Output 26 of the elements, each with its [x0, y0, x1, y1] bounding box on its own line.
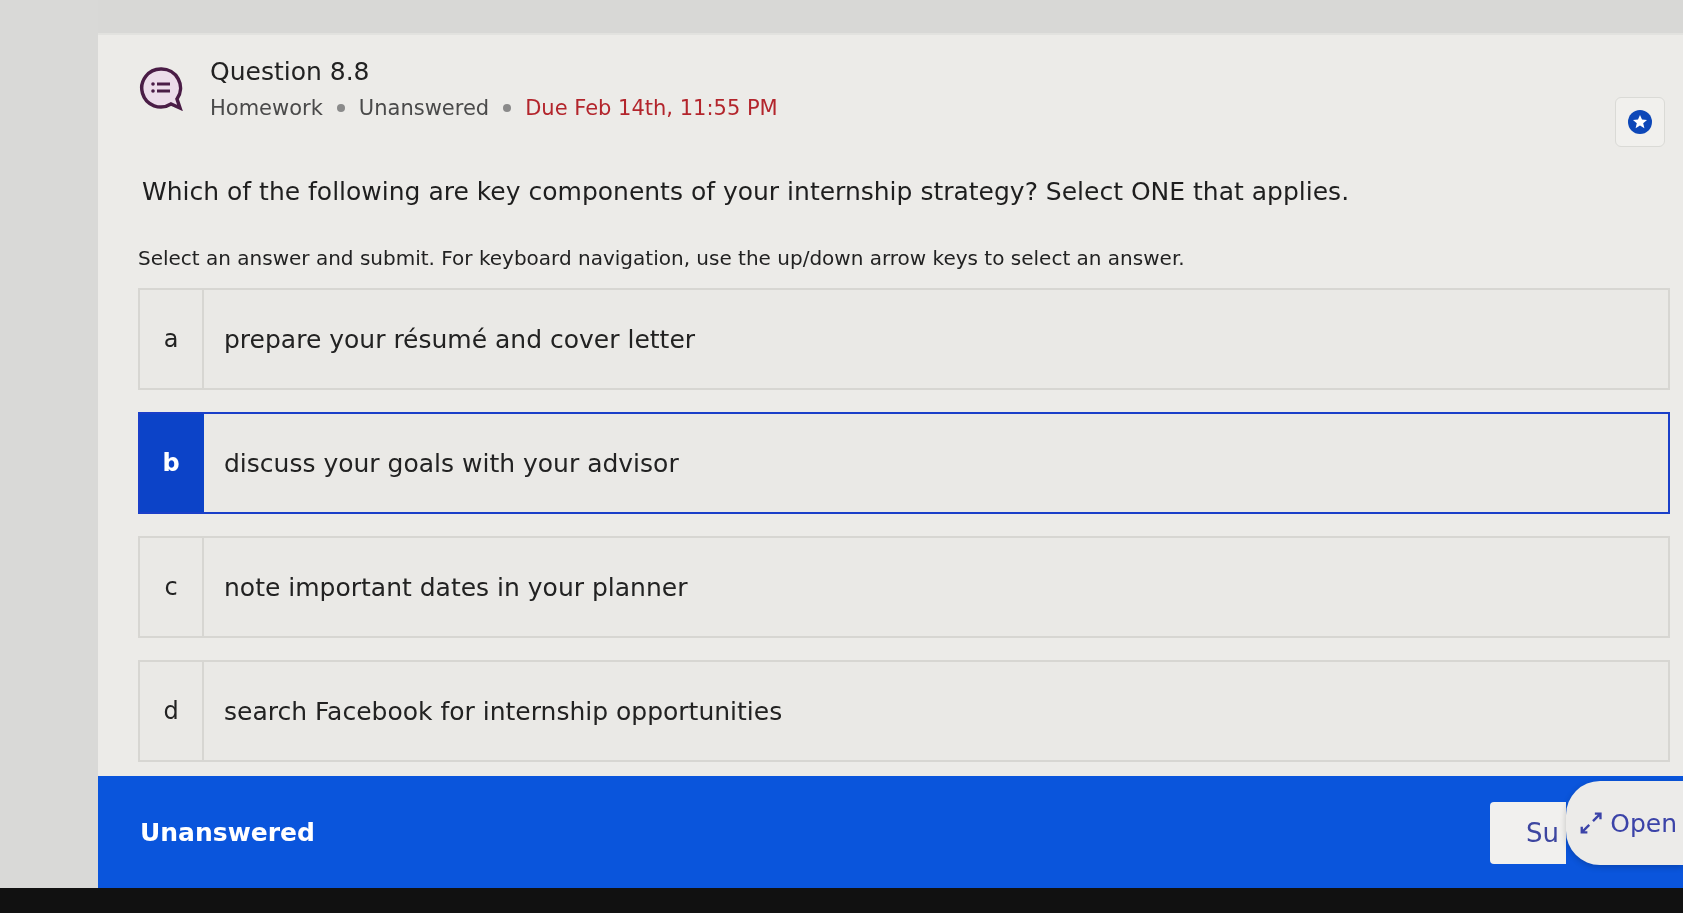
answer-option[interactable]: a prepare your résumé and cover letter	[138, 288, 1670, 390]
option-text: prepare your résumé and cover letter	[223, 323, 696, 356]
answer-option[interactable]: b discuss your goals with your advisor	[138, 412, 1670, 514]
separator-dot	[503, 104, 512, 112]
chat-list-icon	[138, 65, 184, 111]
option-letter: a	[140, 290, 204, 388]
question-prompt: Which of the following are key components of your internship strategy? Select ONE that applies.	[142, 177, 1351, 206]
answer-option[interactable]: d search Facebook for internship opportunities	[138, 660, 1670, 762]
bookmark-button[interactable]	[1615, 97, 1665, 147]
separator-dot	[336, 104, 345, 112]
option-text: discuss your goals with your advisor	[223, 447, 679, 480]
option-text: search Facebook for internship opportunities	[223, 695, 783, 728]
option-text: note important dates in your planner	[223, 571, 688, 604]
option-letter: b	[140, 414, 204, 512]
expand-icon	[1578, 809, 1605, 837]
answer-option[interactable]: c note important dates in your planner	[138, 536, 1670, 638]
open-button[interactable]: Open	[1566, 781, 1683, 865]
answer-status: Unanswered	[140, 817, 315, 847]
option-letter: c	[140, 538, 204, 636]
meta-label: Unanswered	[358, 96, 490, 120]
question-title: Question 8.8	[210, 57, 371, 86]
instruction-text: Select an answer and submit. For keyboard navigation, use the up/down arrow keys to select an answer.	[138, 246, 1186, 270]
submit-button[interactable]: Su	[1490, 802, 1566, 864]
option-letter: d	[140, 662, 204, 760]
due-date: Due Feb 14th, 11:55 PM	[525, 96, 778, 120]
meta-label: Homework	[210, 96, 323, 120]
